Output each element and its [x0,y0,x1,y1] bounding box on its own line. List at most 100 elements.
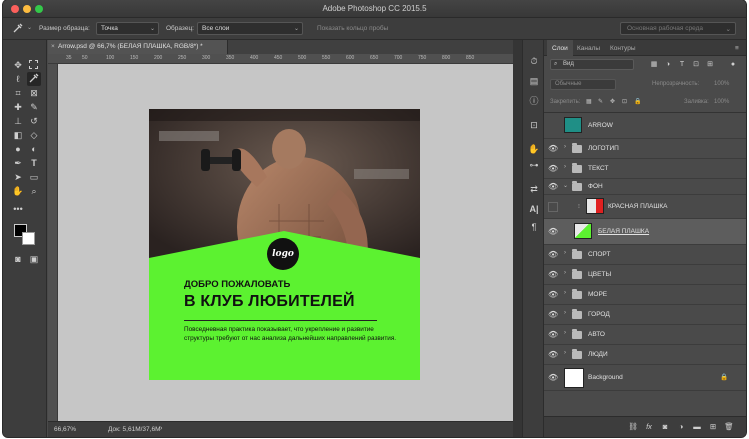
sample-select[interactable]: Все слои ⌄ [197,22,303,35]
zoom-tool-icon[interactable]: ⌕ [27,184,41,198]
info-panel-icon[interactable]: ⓘ [527,94,541,108]
layer-filter-select[interactable]: ⌕ Вид [550,59,634,70]
pen-tool-icon[interactable]: ✒ [11,156,25,170]
rectangle-tool-icon[interactable]: ▭ [27,170,41,184]
adjustment-layer-icon[interactable]: ◑ [676,422,686,432]
workspace-select[interactable]: Основная рабочая среда ⌄ [620,22,736,35]
blur-tool-icon[interactable]: ● [11,142,25,156]
path-selection-tool-icon[interactable]: ➤ [11,170,25,184]
healing-brush-tool-icon[interactable]: ✚ [11,100,25,114]
lock-artboard-icon[interactable]: ⊡ [622,98,627,105]
layer-row-sea[interactable]: 👁 › МОРЕ [544,285,746,305]
paragraph-panel-icon[interactable]: ¶ [527,220,541,234]
crop-tool-icon[interactable]: ⌗ [11,86,25,100]
filter-pixel-icon[interactable]: ▦ [649,60,659,70]
eye-icon[interactable]: 👁 [548,250,558,260]
layer-row-background[interactable]: 👁 Background 🔒 [544,365,746,391]
preset-chevron-icon[interactable]: ⌄ [27,24,32,31]
link-layers-icon[interactable]: ⛓ [628,422,638,432]
new-group-icon[interactable]: ▬ [692,422,702,432]
chevron-down-icon[interactable]: ⌄ [563,182,568,189]
filter-toggle-icon[interactable]: ● [728,60,738,70]
history-panel-icon[interactable]: ⏱ [527,54,541,68]
layer-row-sport[interactable]: 👁 › СПОРТ [544,245,746,265]
trash-icon[interactable]: 🗑 [724,422,734,432]
eye-icon[interactable]: 👁 [548,350,558,360]
chevron-right-icon[interactable]: › [564,350,566,356]
chevron-right-icon[interactable]: › [564,270,566,276]
layer-row-red-plate[interactable]: ⁝ КРАСНАЯ ПЛАШКА [544,195,746,219]
sample-size-select[interactable]: Точка ⌄ [96,22,159,35]
zoom-level[interactable]: 66,67% [54,426,76,433]
blend-mode-select[interactable]: Обычные [550,79,616,90]
marquee-tool-icon[interactable] [27,58,41,72]
screen-mode-icon[interactable]: ▣ [27,252,41,266]
move-tool-icon[interactable]: ✥ [11,58,25,72]
paint-bucket-tool-icon[interactable]: ◇ [27,128,41,142]
eye-icon[interactable]: 👁 [548,290,558,300]
lasso-tool-icon[interactable]: ℓ [11,72,25,86]
brush-tool-icon[interactable]: ✎ [27,100,41,114]
brushes-panel-icon[interactable]: ✋ [527,142,541,156]
document-tab[interactable]: × Arrow.psd @ 66,7% (БЕЛАЯ ПЛАШКА, RGB/8… [48,40,228,54]
adjustments-panel-icon[interactable]: ⊶ [527,158,541,172]
add-mask-icon[interactable]: ◙ [660,422,670,432]
layer-row-city[interactable]: 👁 › ГОРОД [544,305,746,325]
lock-position-icon[interactable]: ✥ [610,98,615,105]
fill-value[interactable]: 100% [714,99,729,105]
libraries-panel-icon[interactable]: ⊡ [527,118,541,132]
tab-channels[interactable]: Каналы [572,40,605,56]
chevron-right-icon[interactable]: › [564,164,566,170]
layer-style-icon[interactable]: fx [644,422,654,432]
eye-icon[interactable]: 👁 [548,182,558,192]
layer-row-auto[interactable]: 👁 › АВТО [544,325,746,345]
tool-presets-icon[interactable]: ⇄ [527,182,541,196]
quick-mask-icon[interactable]: ◙ [11,252,25,266]
properties-panel-icon[interactable]: ▤ [527,74,541,88]
lock-all-icon[interactable]: 🔒 [634,98,641,105]
status-menu-arrow-icon[interactable]: › [160,425,162,432]
chevron-right-icon[interactable]: › [564,144,566,150]
type-tool-icon[interactable]: T [27,156,41,170]
layer-row-text[interactable]: 👁 › ТЕКСТ [544,159,746,179]
frame-tool-icon[interactable]: ⊠ [27,86,41,100]
character-panel-icon[interactable]: A| [527,202,541,216]
document-size-info[interactable]: Док: 5,61M/37,6M [108,426,160,433]
opacity-value[interactable]: 100% [714,81,729,87]
filter-adjustment-icon[interactable]: ◑ [663,60,673,70]
dodge-tool-icon[interactable]: ◐ [27,142,41,156]
clone-stamp-tool-icon[interactable]: ⊥ [11,114,25,128]
filter-type-icon[interactable]: T [677,60,687,70]
chevron-right-icon[interactable]: › [564,290,566,296]
eye-icon[interactable]: 👁 [548,310,558,320]
filter-smart-object-icon[interactable]: ⊞ [705,60,715,70]
layer-row-logo[interactable]: 👁 › ЛОГОТИП [544,139,746,159]
eye-icon[interactable]: 👁 [548,270,558,280]
close-document-icon[interactable]: × [51,43,55,50]
filter-shape-icon[interactable]: ⊡ [691,60,701,70]
tab-paths[interactable]: Контуры [605,40,641,56]
eyedropper-tool-icon[interactable] [27,72,41,86]
new-layer-icon[interactable]: ⊞ [708,422,718,432]
chevron-right-icon[interactable]: › [564,310,566,316]
eye-icon[interactable]: 👁 [548,144,558,154]
tab-layers[interactable]: Слои [547,40,573,56]
history-brush-tool-icon[interactable]: ↺ [27,114,41,128]
background-color-swatch[interactable] [22,232,35,245]
visibility-toggle-off[interactable] [548,202,558,212]
layer-row-people[interactable]: 👁 › ЛЮДИ [544,345,746,365]
show-sampling-ring-checkbox[interactable]: Показать кольцо пробы [311,22,394,35]
eye-icon[interactable]: 👁 [548,330,558,340]
lock-transparent-icon[interactable]: ▦ [586,98,592,105]
eyedropper-tool-preset-icon[interactable] [11,22,25,36]
more-tools-icon[interactable]: ••• [11,202,25,216]
eraser-tool-icon[interactable]: ◧ [11,128,25,142]
document-canvas[interactable]: logo ДОБРО ПОЖАЛОВАТЬ В КЛУБ ЛЮБИТЕЛЕЙ П… [149,109,420,380]
layer-row-background-group[interactable]: 👁 ⌄ ФОН [544,179,746,195]
eye-icon[interactable]: 👁 [548,164,558,174]
hand-tool-icon[interactable]: ✋ [11,184,25,198]
layer-row-flowers[interactable]: 👁 › ЦВЕТЫ [544,265,746,285]
chevron-right-icon[interactable]: › [564,330,566,336]
panel-menu-icon[interactable]: ≡ [730,40,744,56]
layer-row-white-plate[interactable]: 👁 БЕЛАЯ ПЛАШКА [544,219,746,245]
